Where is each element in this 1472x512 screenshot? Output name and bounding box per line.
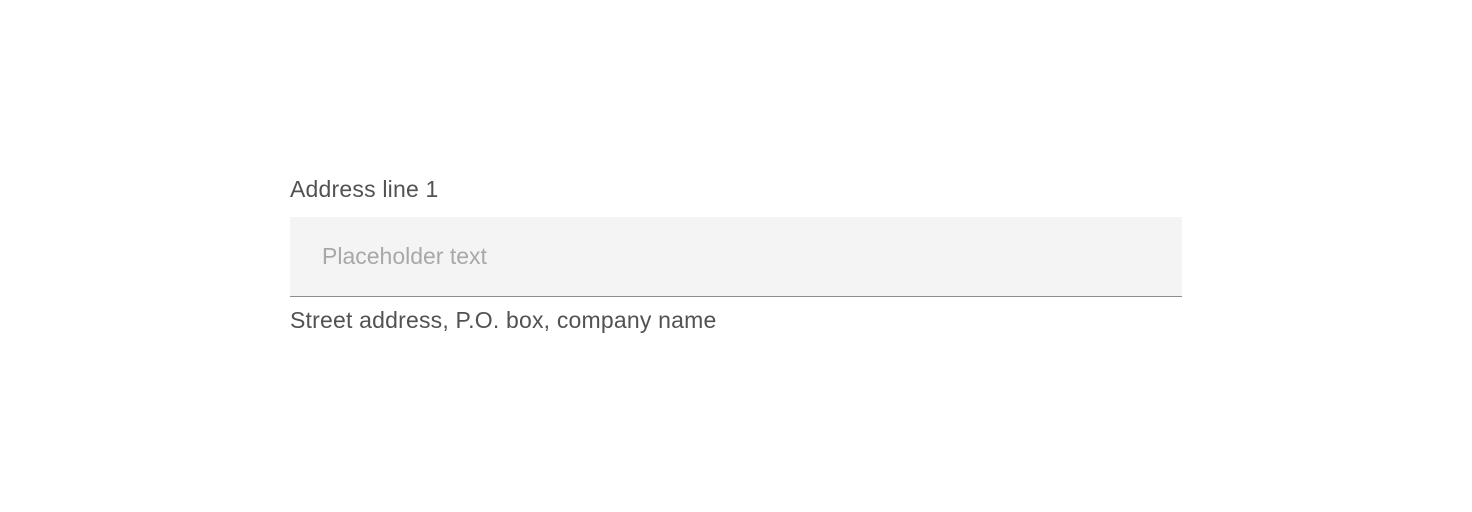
address-line-1-helper: Street address, P.O. box, company name — [290, 307, 1182, 334]
address-line-1-input[interactable] — [290, 217, 1182, 297]
address-line-1-label: Address line 1 — [290, 176, 1182, 203]
address-line-1-group: Address line 1 Street address, P.O. box,… — [290, 176, 1182, 334]
